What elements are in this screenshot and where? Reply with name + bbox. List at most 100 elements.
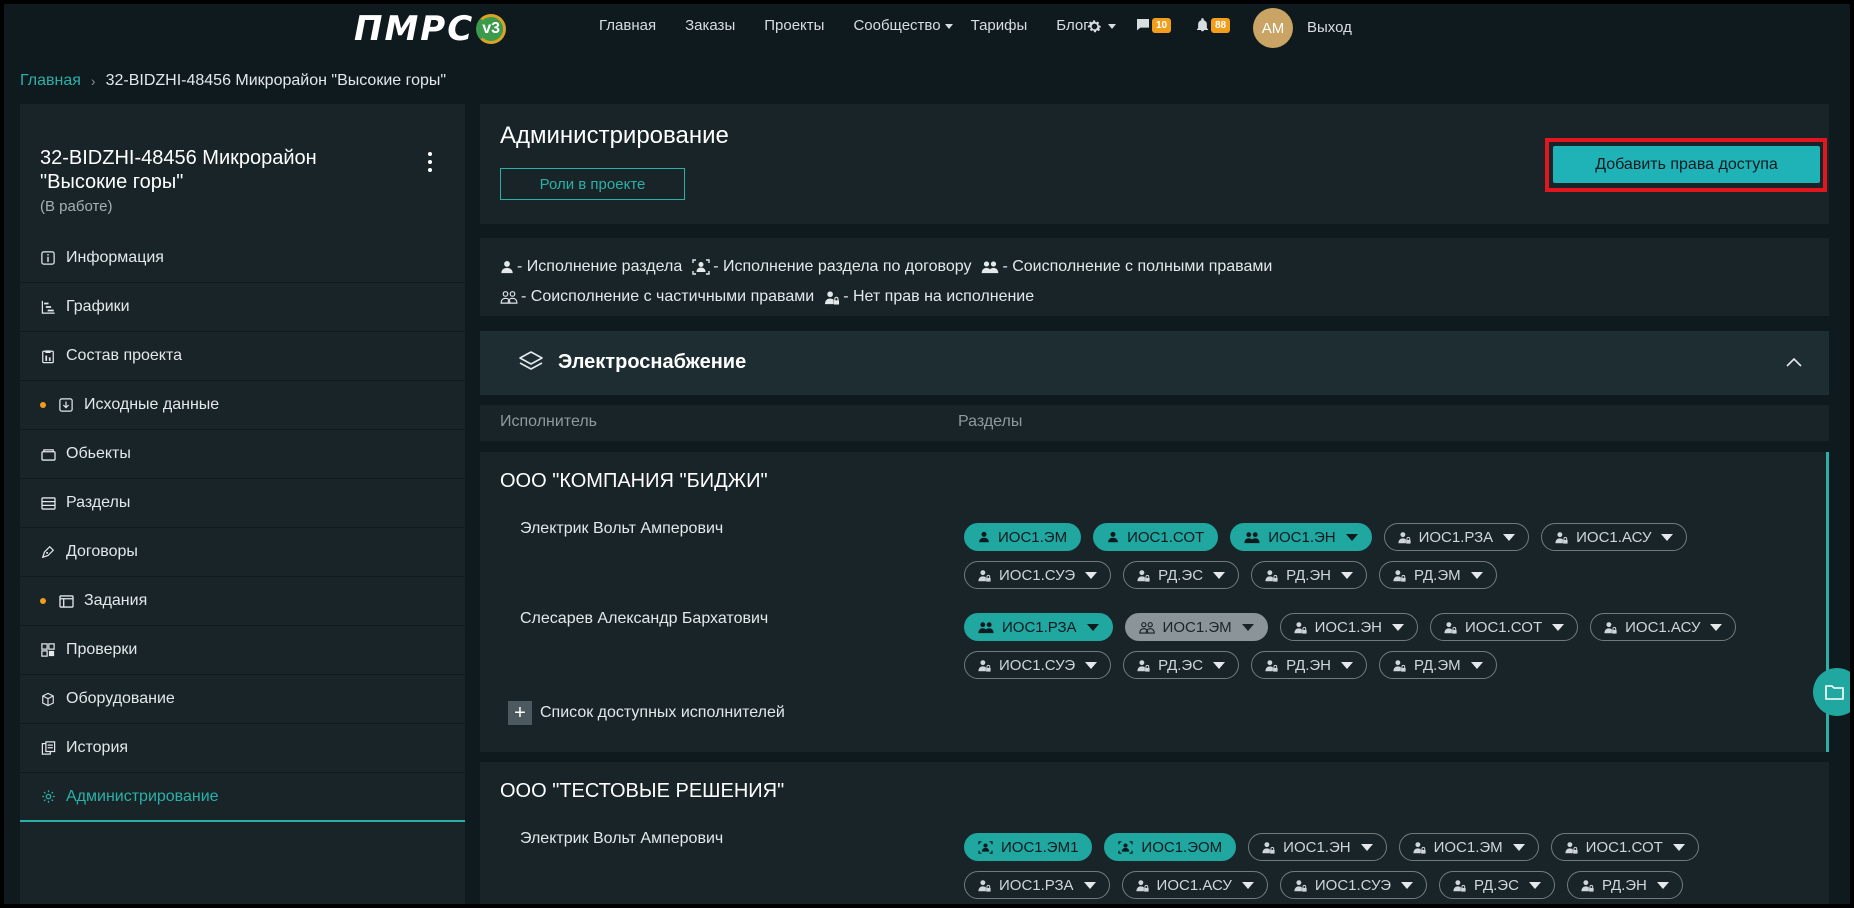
chat-icon <box>1137 19 1149 31</box>
logo[interactable]: ПМРС v3 <box>354 9 507 49</box>
caret-down-icon[interactable] <box>1392 623 1405 631</box>
section-chip[interactable]: РД.ЭН <box>1251 561 1368 589</box>
sidebar-item-label: Администрирование <box>66 787 219 805</box>
add-executor-button[interactable]: + Список доступных исполнителей <box>508 701 785 725</box>
sidebar-item-label: Договоры <box>66 543 138 560</box>
section-chip[interactable]: ИОС1.АСУ <box>1590 613 1737 641</box>
section-chip-label: ИОС1.ЭН <box>1314 618 1383 636</box>
users-icon <box>982 261 999 274</box>
caret-down-icon[interactable] <box>1470 571 1483 579</box>
logout-link[interactable]: Выход <box>1307 19 1352 36</box>
section-chip-label: РД.ЭС <box>1473 876 1519 894</box>
section-chip[interactable]: ИОС1.ЭН <box>1248 833 1387 861</box>
section-chip[interactable]: РД.ЭН <box>1566 871 1683 899</box>
caret-down-icon[interactable] <box>1661 533 1674 541</box>
caret-down-icon[interactable] <box>1512 843 1525 851</box>
section-chips: ИОС1.ЭМ ИОС1.СОТ ИОС1.ЭН ИОС1.РЗА ИОС1.АСУ ИО… <box>964 523 1794 589</box>
section-chip[interactable]: РД.ЭС <box>1123 561 1240 589</box>
caret-down-icon[interactable] <box>1672 843 1685 851</box>
sidebar-item-tasks[interactable]: Задания <box>20 577 465 626</box>
sidebar-item-info[interactable]: Информация <box>20 234 465 283</box>
section-chip[interactable]: ИОС1.ЭМ1 <box>964 833 1093 861</box>
section-chip[interactable]: ИОС1.ЭМ <box>964 523 1082 551</box>
sidebar-item-composition[interactable]: Состав проекта <box>20 332 465 381</box>
sidebar-item-charts[interactable]: Графики <box>20 283 465 332</box>
section-chip[interactable]: ИОС1.ЭН <box>1230 523 1372 551</box>
section-chip[interactable]: РД.ЭМ <box>1379 651 1497 679</box>
section-chip[interactable]: ИОС1.РЗА <box>964 613 1113 641</box>
section-chip[interactable]: ИОС1.СОТ <box>1093 523 1219 551</box>
nav-community[interactable]: Сообщество <box>853 17 953 34</box>
sidebar-item-administration[interactable]: Администрирование <box>20 773 465 822</box>
section-header[interactable]: Электроснабжение <box>480 331 1829 395</box>
caret-down-icon[interactable] <box>1085 571 1098 579</box>
legend-text: - Исполнение раздела <box>517 258 683 275</box>
nav-tariffs[interactable]: Тарифы <box>971 17 1028 34</box>
caret-down-icon[interactable] <box>1656 881 1669 889</box>
caret-down-icon[interactable] <box>1400 881 1413 889</box>
nav-orders[interactable]: Заказы <box>685 17 735 34</box>
section-chip[interactable]: РД.ЭМ <box>1379 561 1497 589</box>
section-chip[interactable]: ИОС1.СУЭ <box>1279 871 1427 899</box>
caret-down-icon[interactable] <box>1345 533 1358 541</box>
settings-menu[interactable] <box>1086 18 1116 35</box>
users-outline-icon <box>1138 621 1163 634</box>
caret-down-icon[interactable] <box>1241 623 1254 631</box>
project-roles-button[interactable]: Роли в проекте <box>500 168 685 200</box>
section-chip-label: ИОС1.ЭМ <box>998 528 1068 546</box>
messages-button[interactable]: 10 <box>1135 17 1172 33</box>
caret-down-icon[interactable] <box>1085 661 1098 669</box>
section-chip[interactable]: ИОС1.РЗА <box>1383 523 1530 551</box>
caret-down-icon[interactable] <box>1503 533 1516 541</box>
sidebar-item-history[interactable]: История <box>20 724 465 773</box>
legend-item: - Соисполнение с частичными правами <box>500 288 814 306</box>
section-chip[interactable]: ИОС1.СОТ <box>1550 833 1699 861</box>
chevron-up-icon[interactable] <box>1786 357 1802 367</box>
caret-down-icon[interactable] <box>1083 881 1096 889</box>
nav-projects[interactable]: Проекты <box>764 17 824 34</box>
nav-blog[interactable]: Блог <box>1056 17 1088 34</box>
section-chip[interactable]: РД.ЭС <box>1123 651 1240 679</box>
caret-down-icon[interactable] <box>1341 661 1354 669</box>
section-chip[interactable]: ИОС1.СУЭ <box>964 651 1112 679</box>
section-chip[interactable]: ИОС1.АСУ <box>1121 871 1268 899</box>
add-access-button[interactable]: Добавить права доступа <box>1553 146 1820 183</box>
caret-down-icon[interactable] <box>1552 623 1565 631</box>
sidebar-item-equipment[interactable]: Оборудование <box>20 675 465 724</box>
section-chip[interactable]: ИОС1.ЭМ <box>1124 613 1268 641</box>
caret-down-icon[interactable] <box>1341 571 1354 579</box>
caret-down-icon[interactable] <box>1241 881 1254 889</box>
sidebar-item-contracts[interactable]: Договоры <box>20 528 465 577</box>
sidebar-item-sections[interactable]: Разделы <box>20 479 465 528</box>
caret-down-icon[interactable] <box>1360 843 1373 851</box>
sidebar-item-source-data[interactable]: Исходные данные <box>20 381 465 430</box>
section-chip[interactable]: ИОС1.ЭМ <box>1398 833 1539 861</box>
sidebar-item-label: Оборудование <box>66 690 175 707</box>
user-lock-icon <box>1294 621 1315 634</box>
caret-down-icon[interactable] <box>1528 881 1541 889</box>
floating-folder-button[interactable] <box>1813 668 1854 716</box>
caret-down-icon[interactable] <box>1086 623 1099 631</box>
section-chip-label: ИОС1.СУЭ <box>999 566 1076 584</box>
nav-home[interactable]: Главная <box>599 17 656 34</box>
sidebar-item-objects[interactable]: Обьекты <box>20 430 465 479</box>
section-chip[interactable]: ИОС1.СУЭ <box>964 561 1112 589</box>
caret-down-icon[interactable] <box>1213 661 1226 669</box>
notifications-button[interactable]: 88 <box>1195 17 1231 33</box>
section-chip[interactable]: ИОС1.СОТ <box>1430 613 1579 641</box>
section-chip[interactable]: ИОС1.ЭОМ <box>1104 833 1237 861</box>
user-lock-icon <box>1393 569 1414 582</box>
caret-down-icon[interactable] <box>1213 571 1226 579</box>
breadcrumb-home[interactable]: Главная <box>20 72 81 90</box>
section-chip[interactable]: РД.ЭН <box>1251 651 1368 679</box>
avatar[interactable]: АМ <box>1253 8 1293 48</box>
caret-down-icon[interactable] <box>1710 623 1723 631</box>
caret-down-icon[interactable] <box>1470 661 1483 669</box>
section-chip[interactable]: ИОС1.АСУ <box>1541 523 1688 551</box>
section-chip[interactable]: РД.ЭС <box>1438 871 1555 899</box>
sidebar-item-checks[interactable]: Проверки <box>20 626 465 675</box>
more-options-icon[interactable] <box>428 152 434 172</box>
section-chip[interactable]: ИОС1.ЭН <box>1279 613 1419 641</box>
section-chip[interactable]: ИОС1.РЗА <box>964 871 1110 899</box>
user-icon <box>1107 531 1127 543</box>
